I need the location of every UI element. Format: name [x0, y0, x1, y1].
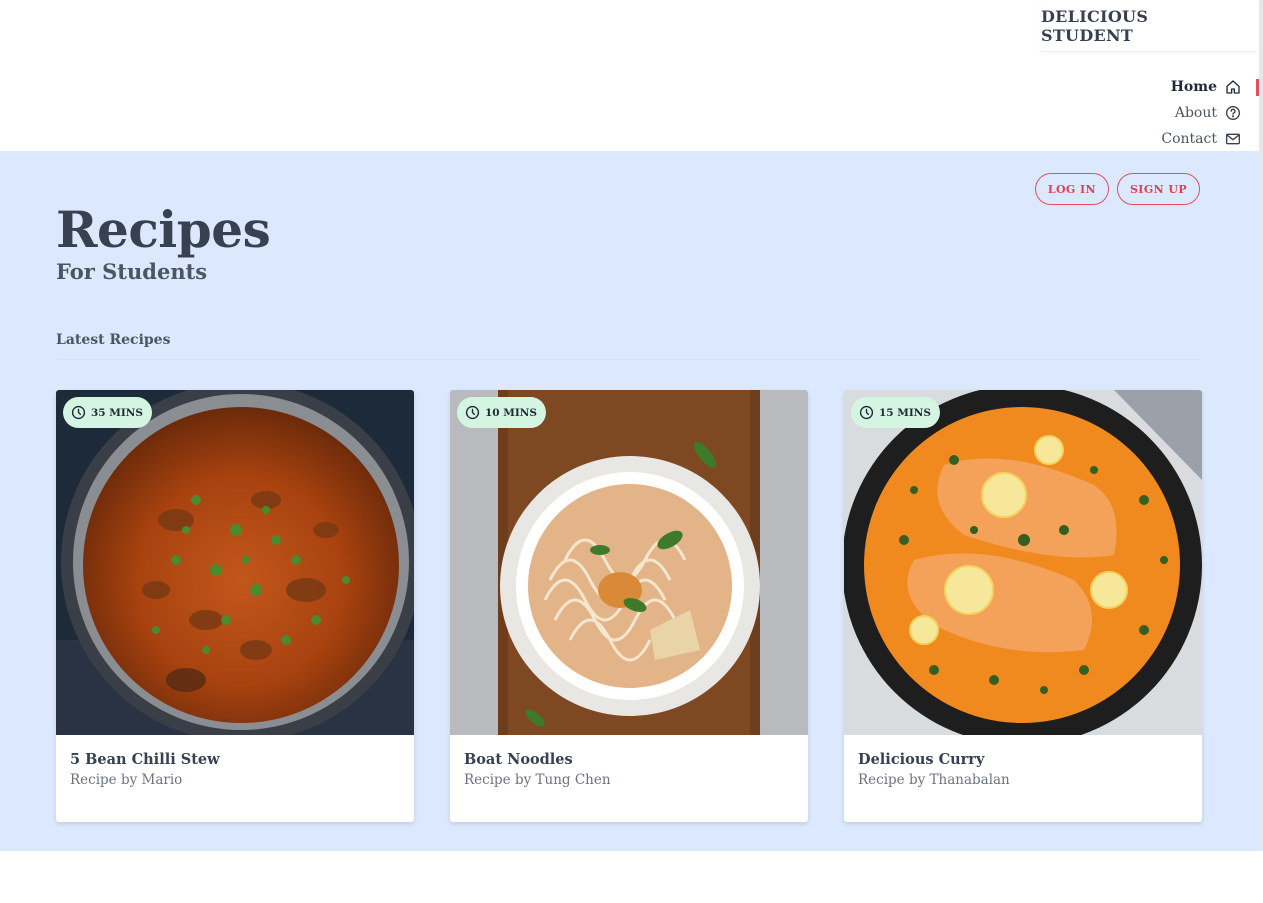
recipe-card[interactable]: 35 MINS 5 Bean Chilli Stew Recipe by Mar… — [56, 390, 414, 822]
cook-time-badge: 15 MINS — [851, 397, 940, 428]
page-scrollbar[interactable] — [1259, 0, 1263, 851]
home-icon — [1225, 79, 1241, 95]
brand-logo-text[interactable]: DELICIOUS STUDENT — [1041, 7, 1245, 45]
recipe-card[interactable]: 15 MINS Delicious Curry Recipe by Thanab… — [844, 390, 1202, 822]
recipe-author: Recipe by Thanabalan — [858, 772, 1010, 788]
recipe-title[interactable]: 5 Bean Chilli Stew — [70, 751, 400, 768]
card-body: 5 Bean Chilli Stew Recipe by Mario — [56, 735, 414, 804]
auth-buttons: LOG IN SIGN UP — [1034, 173, 1200, 205]
recipe-card-list: 35 MINS 5 Bean Chilli Stew Recipe by Mar… — [56, 390, 1202, 822]
card-body: Delicious Curry Recipe by Thanabalan — [844, 735, 1202, 804]
clock-icon — [859, 405, 874, 420]
salmon-curry-photo: 15 MINS — [844, 390, 1202, 735]
cook-time-label: 35 MINS — [91, 406, 143, 419]
card-body: Boat Noodles Recipe by Tung Chen — [450, 735, 808, 804]
page-title: Recipes — [56, 200, 271, 259]
recipe-author: Recipe by Mario — [70, 772, 183, 788]
main-nav: Home About Contact — [1133, 74, 1263, 152]
top-header: DELICIOUS STUDENT Home About Contact — [0, 0, 1263, 151]
cook-time-label: 10 MINS — [485, 406, 537, 419]
cook-time-badge: 10 MINS — [457, 397, 546, 428]
signup-button[interactable]: SIGN UP — [1116, 173, 1200, 205]
nav-item-home[interactable]: Home — [1133, 74, 1263, 100]
latest-recipes-heading: Latest Recipes — [56, 332, 171, 348]
boat-noodles-photo: 10 MINS — [450, 390, 808, 735]
clock-icon — [71, 405, 86, 420]
nav-item-label: About — [1174, 105, 1217, 121]
recipe-title[interactable]: Boat Noodles — [464, 751, 794, 768]
brand-box: DELICIOUS STUDENT — [1041, 0, 1257, 52]
nav-item-contact[interactable]: Contact — [1133, 126, 1263, 152]
question-circle-icon — [1225, 105, 1241, 121]
nav-item-about[interactable]: About — [1133, 100, 1263, 126]
cook-time-label: 15 MINS — [879, 406, 931, 419]
envelope-icon — [1225, 131, 1241, 147]
recipe-author: Recipe by Tung Chen — [464, 772, 611, 788]
clock-icon — [465, 405, 480, 420]
hero-section: LOG IN SIGN UP Recipes For Students Late… — [0, 151, 1259, 851]
nav-item-label: Contact — [1161, 131, 1217, 147]
login-button[interactable]: LOG IN — [1034, 173, 1109, 205]
recipe-card[interactable]: 10 MINS Boat Noodles Recipe by Tung Chen — [450, 390, 808, 822]
cook-time-badge: 35 MINS — [63, 397, 152, 428]
nav-item-label: Home — [1170, 79, 1217, 95]
chilli-stew-photo: 35 MINS — [56, 390, 414, 735]
section-heading: Latest Recipes — [56, 332, 1200, 360]
recipe-title[interactable]: Delicious Curry — [858, 751, 1188, 768]
page-subtitle: For Students — [56, 259, 208, 284]
